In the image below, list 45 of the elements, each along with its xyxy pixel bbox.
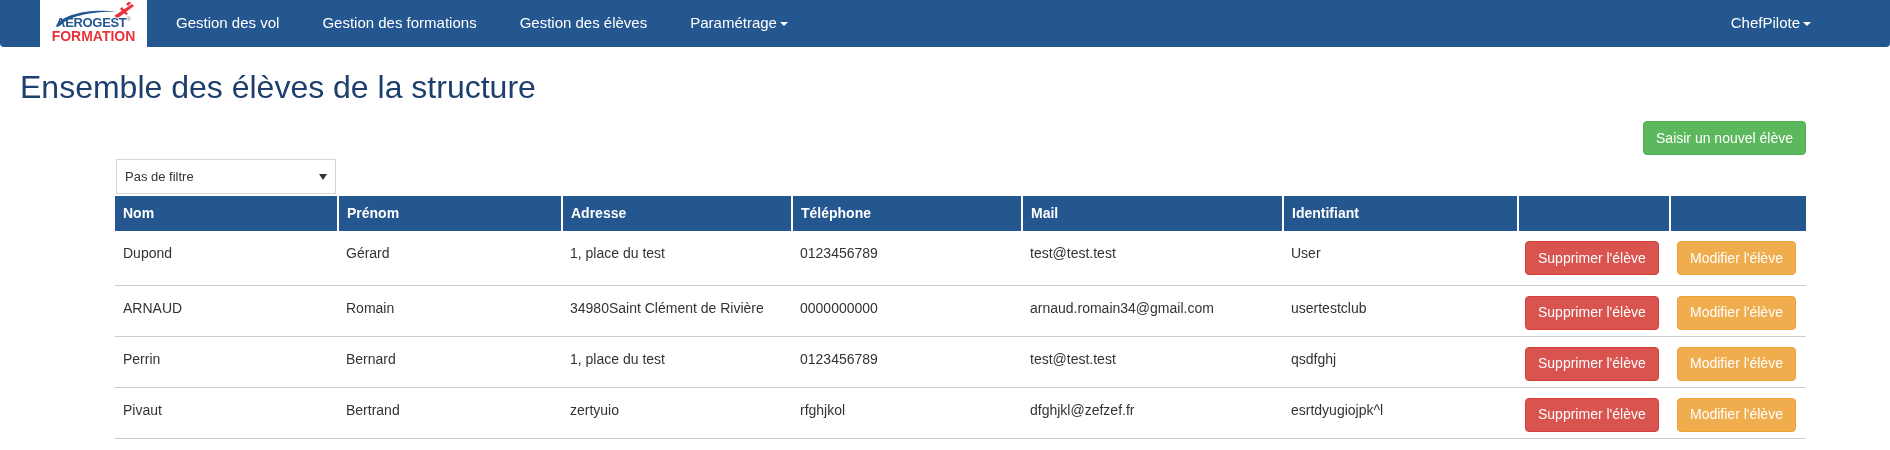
nav-link[interactable]: Gestion des élèves (519, 12, 648, 35)
filter-value: Pas de filtre (125, 167, 194, 186)
delete-button[interactable]: Supprimer l'élève (1525, 241, 1659, 275)
column-header: Nom (115, 196, 338, 231)
nav-link[interactable]: Gestion des formations (322, 12, 477, 35)
table-cell: Dupond (123, 245, 173, 261)
new-student-button[interactable]: Saisir un nouvel élève (1643, 121, 1806, 155)
table-cell: esrtdyugiojpk^l (1291, 401, 1384, 418)
table-cell: Pivaut (123, 401, 162, 418)
table-cell: Perrin (123, 350, 161, 367)
table-cell: 1, place du test (570, 350, 665, 367)
delete-button[interactable]: Supprimer l'élève (1525, 295, 1659, 330)
table-cell: 0000000000 (800, 299, 878, 316)
column-header: Identifiant (1283, 196, 1518, 231)
nav-dropdown[interactable]: Paramétrage (690, 12, 788, 35)
table-cell: Bertrand (346, 401, 400, 418)
filter-select[interactable]: Pas de filtre (116, 159, 336, 194)
table-cell: qsdfghj (1291, 350, 1337, 367)
table-cell: zertyuio (570, 401, 620, 418)
delete-button[interactable]: Supprimer l'élève (1525, 346, 1659, 381)
table-cell: Romain (346, 299, 395, 316)
table-cell: test@test.test (1030, 350, 1116, 367)
delete-button[interactable]: Supprimer l'élève (1525, 397, 1659, 432)
table-cell: 1, place du test (570, 245, 665, 261)
dropdown-caret-icon (319, 173, 327, 180)
table-cell: arnaud.romain34@gmail.com (1030, 299, 1214, 316)
table-cell: User (1291, 245, 1321, 261)
column-header: Prénom (338, 196, 562, 231)
table-cell: ARNAUD (123, 299, 183, 316)
page-title: Ensemble des élèves de la structure (20, 71, 537, 103)
column-header: Mail (1022, 196, 1283, 231)
table-cell: 0123456789 (800, 245, 878, 261)
logo-text: FORMATION (51, 29, 136, 43)
table-cell: 34980Saint Clément de Rivière (570, 299, 764, 316)
table-cell: usertestclub (1291, 299, 1367, 316)
column-header: Adresse (562, 196, 792, 231)
table-cell: Gérard (346, 245, 390, 261)
column-header: Téléphone (792, 196, 1022, 231)
table-cell: 0123456789 (800, 350, 878, 367)
table-cell: test@test.test (1030, 245, 1116, 261)
nav-link[interactable]: Gestion des vol (176, 12, 280, 35)
table-cell: Bernard (346, 350, 396, 367)
table-cell: dfghjkl@zefzef.fr (1030, 401, 1135, 418)
user-menu[interactable]: ChefPilote (1730, 12, 1811, 35)
table-cell: rfghjkol (800, 401, 846, 418)
